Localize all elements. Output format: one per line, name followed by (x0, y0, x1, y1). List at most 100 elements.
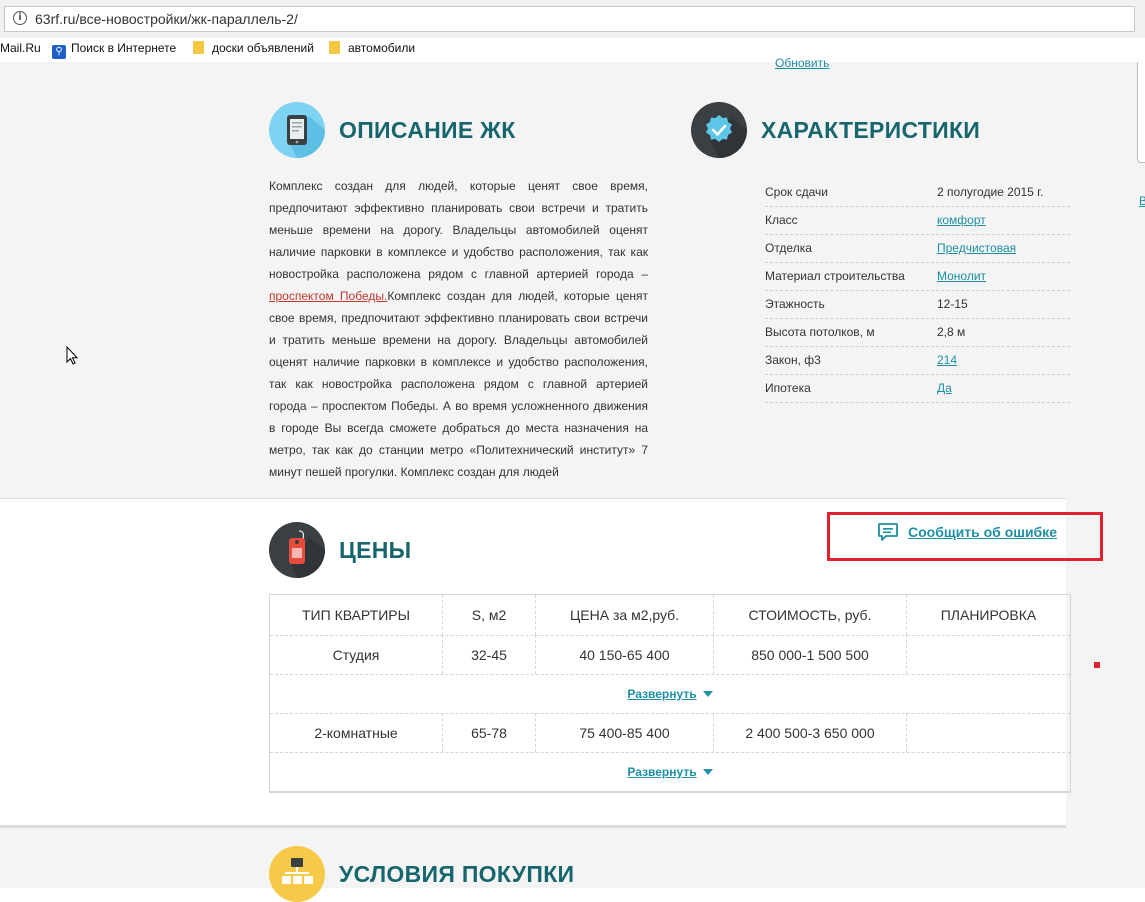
folder-icon (329, 41, 340, 54)
characteristic-value: 12-15 (937, 297, 968, 311)
table-row: Студия 32-45 40 150-65 400 850 000-1 500… (270, 635, 1070, 675)
url-text: 63rf.ru/все-новостройки/жк-параллель-2/ (35, 11, 298, 27)
expand-link[interactable]: Развернуть (627, 687, 696, 701)
side-link[interactable]: В (1139, 194, 1145, 208)
bookmark-label: доски объявлений (212, 41, 314, 55)
search-icon: ⚲ (52, 45, 66, 59)
characteristic-row: Материал строительства Монолит (765, 262, 1070, 291)
folder-icon (193, 41, 204, 54)
table-cell: 850 000-1 500 500 (714, 635, 907, 674)
header-price-m2: ЦЕНА за м2,руб. (569, 607, 680, 623)
cell-price-m2: 75 400-85 400 (579, 725, 670, 741)
bookmark-label: Поиск в Интернете (71, 41, 177, 55)
expand-row: Развернуть (270, 674, 1070, 714)
mortgage-link[interactable]: Да (937, 381, 952, 395)
table-cell (907, 635, 1070, 674)
refresh-link[interactable]: Обновить (775, 56, 829, 70)
cell-type: 2-комнатные (314, 725, 398, 741)
table-row: 2-комнатные 65-78 75 400-85 400 2 400 50… (270, 713, 1070, 753)
characteristic-row: Отделка Предчистовая (765, 234, 1070, 263)
characteristic-label: Отделка (765, 241, 812, 255)
characteristic-row: Закон, ф3 214 (765, 346, 1070, 375)
bookmark-mailru[interactable]: Mail.Ru (0, 38, 41, 62)
characteristic-row: Срок сдачи 2 полугодие 2015 г. (765, 178, 1070, 207)
right-margin (1066, 62, 1145, 888)
price-table: ТИП КВАРТИРЫ S, м2 ЦЕНА за м2,руб. СТОИМ… (269, 594, 1071, 793)
cell-cost: 2 400 500-3 650 000 (745, 725, 875, 741)
bookmark-cars[interactable]: автомобили (329, 38, 415, 62)
header-cost: СТОИМОСТЬ, руб. (748, 607, 872, 623)
table-cell: 65-78 (443, 713, 536, 752)
characteristic-label: Закон, ф3 (765, 353, 821, 367)
red-marker (1094, 662, 1100, 668)
law-link[interactable]: 214 (937, 353, 957, 367)
conditions-title: УСЛОВИЯ ПОКУПКИ (339, 861, 575, 887)
table-header-cell: ТИП КВАРТИРЫ (270, 595, 443, 635)
characteristic-label: Этажность (765, 297, 825, 311)
characteristic-row: Этажность 12-15 (765, 290, 1070, 319)
table-header-cell: ЦЕНА за м2,руб. (536, 595, 714, 635)
table-cell: 40 150-65 400 (536, 635, 714, 674)
price-tag-icon (269, 522, 325, 578)
table-cell: Студия (270, 635, 443, 674)
header-area: S, м2 (471, 607, 507, 623)
bookmark-label: Mail.Ru (0, 41, 41, 55)
characteristic-row: Класс комфорт (765, 206, 1070, 235)
prospect-link[interactable]: проспектом Победы. (269, 289, 387, 303)
material-link[interactable]: Монолит (937, 269, 986, 283)
finish-link[interactable]: Предчистовая (937, 241, 1016, 255)
triangle-down-icon (702, 769, 713, 775)
info-icon[interactable]: i (13, 11, 27, 25)
characteristic-label: Ипотека (765, 381, 811, 395)
header-plan: ПЛАНИРОВКА (940, 607, 1037, 623)
cell-type: Студия (332, 647, 380, 663)
table-cell: 75 400-85 400 (536, 713, 714, 752)
badge-check-icon (691, 102, 747, 158)
expand-row: Развернуть (270, 752, 1070, 791)
table-header-cell: S, м2 (443, 595, 536, 635)
description-text-part: Комплекс создан для людей, которые ценят… (269, 179, 648, 281)
cell-cost: 850 000-1 500 500 (751, 647, 869, 663)
side-panel-edge (1137, 62, 1145, 163)
header-type: ТИП КВАРТИРЫ (302, 607, 410, 623)
characteristic-label: Класс (765, 213, 798, 227)
characteristics-title: ХАРАКТЕРИСТИКИ (761, 117, 981, 143)
cell-price-m2: 40 150-65 400 (579, 647, 670, 663)
description-text-part: Комплекс создан для людей, которые ценят… (269, 289, 648, 479)
table-header-cell: ПЛАНИРОВКА (907, 595, 1070, 635)
bookmarks-bar: Mail.Ru ⚲ Поиск в Интернете доски объявле… (0, 38, 1145, 63)
expand-link[interactable]: Развернуть (627, 765, 696, 779)
characteristic-value: 2,8 м (937, 325, 966, 339)
characteristic-value: 2 полугодие 2015 г. (937, 185, 1044, 199)
characteristic-label: Высота потолков, м (765, 325, 875, 339)
bookmark-label: автомобили (348, 41, 416, 55)
bookmark-boards[interactable]: доски объявлений (193, 38, 314, 62)
url-field[interactable]: i 63rf.ru/все-новостройки/жк-параллель-2… (4, 6, 1135, 32)
chat-icon[interactable] (877, 521, 899, 543)
tablet-icon (269, 102, 325, 158)
address-bar: i 63rf.ru/все-новостройки/жк-параллель-2… (0, 0, 1145, 38)
description-text: Комплекс создан для людей, которые ценят… (269, 175, 648, 483)
expand-toggle[interactable]: Развернуть (270, 687, 1070, 701)
table-cell: 32-45 (443, 635, 536, 674)
class-link[interactable]: комфорт (937, 213, 986, 227)
characteristic-row: Ипотека Да (765, 374, 1070, 403)
cell-area: 65-78 (471, 725, 507, 741)
table-header-cell: СТОИМОСТЬ, руб. (714, 595, 907, 635)
bookmark-search[interactable]: ⚲ Поиск в Интернете (52, 38, 176, 62)
org-chart-icon (269, 846, 325, 902)
table-cell (907, 713, 1070, 752)
expand-toggle[interactable]: Развернуть (270, 765, 1070, 779)
cell-area: 32-45 (471, 647, 507, 663)
mouse-cursor-icon (66, 346, 79, 365)
table-header-row: ТИП КВАРТИРЫ S, м2 ЦЕНА за м2,руб. СТОИМ… (270, 595, 1070, 636)
characteristic-label: Материал строительства (765, 269, 905, 283)
report-error-link[interactable]: Сообщить об ошибке (908, 524, 1057, 540)
characteristic-label: Срок сдачи (765, 185, 828, 199)
characteristic-row: Высота потолков, м 2,8 м (765, 318, 1070, 347)
description-title: ОПИСАНИЕ ЖК (339, 117, 516, 143)
prices-title: ЦЕНЫ (339, 537, 412, 563)
table-cell: 2-комнатные (270, 713, 443, 752)
table-cell: 2 400 500-3 650 000 (714, 713, 907, 752)
triangle-down-icon (702, 691, 713, 697)
